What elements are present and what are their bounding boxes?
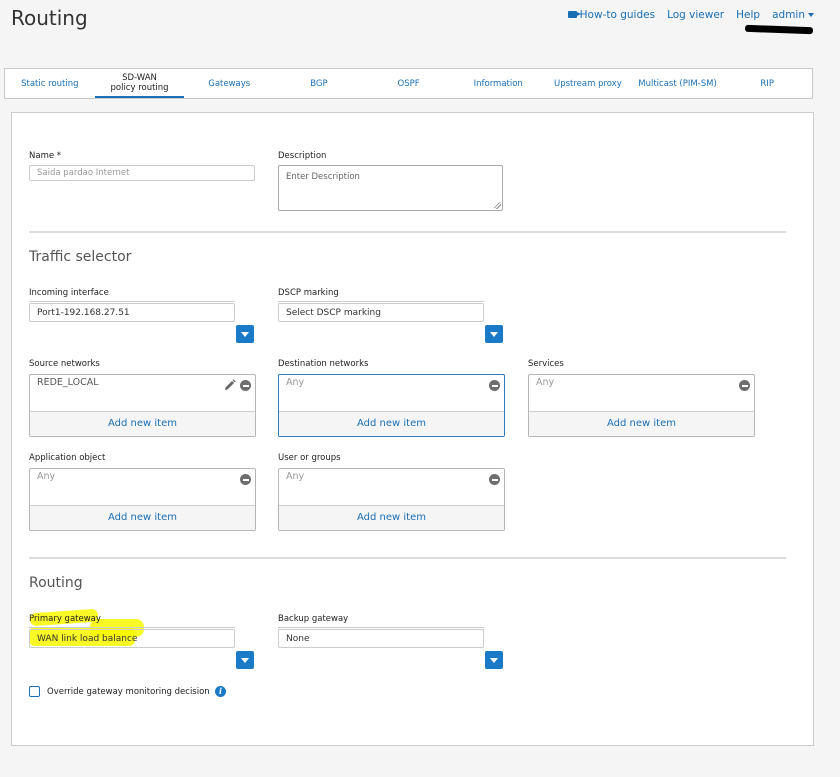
destination-networks-add-button[interactable]: Add new item [279, 411, 504, 436]
description-textarea[interactable]: Enter Description [278, 165, 503, 211]
source-networks-add-button[interactable]: Add new item [30, 411, 255, 436]
chevron-down-icon [808, 13, 814, 17]
source-networks-label: Source networks [29, 359, 100, 369]
dscp-underline [278, 301, 484, 302]
form-panel: Name * Saida pardao Internet Description… [11, 112, 814, 746]
log-viewer-link[interactable]: Log viewer [667, 9, 724, 21]
top-nav: How-to guides Log viewer Help admin [567, 9, 814, 21]
primary-gateway-label: Primary gateway [29, 614, 101, 624]
incoming-interface-underline [29, 301, 235, 302]
tab-ospf[interactable]: OSPF [364, 69, 454, 98]
dscp-dropdown-button[interactable] [485, 325, 503, 343]
dscp-marking-select[interactable]: Select DSCP marking [278, 303, 484, 322]
incoming-interface-select[interactable]: Port1-192.168.27.51 [29, 303, 235, 322]
video-camera-icon [567, 10, 581, 18]
primary-gateway-select[interactable]: WAN link load balance [29, 629, 235, 648]
name-label: Name * [29, 151, 62, 161]
destination-networks-list: Any Add new item [278, 374, 505, 437]
tab-multicast[interactable]: Multicast (PIM-SM) [633, 69, 723, 98]
tab-static-routing[interactable]: Static routing [5, 69, 95, 98]
backup-gateway-select[interactable]: None [278, 629, 484, 648]
primary-gateway-dropdown-button[interactable] [236, 651, 254, 669]
user-or-groups-label: User or groups [278, 453, 341, 463]
services-label: Services [528, 359, 564, 369]
destination-networks-label: Destination networks [278, 359, 369, 369]
user-or-groups-add-button[interactable]: Add new item [279, 505, 504, 530]
remove-icon[interactable] [489, 380, 500, 391]
tab-upstream-proxy[interactable]: Upstream proxy [543, 69, 633, 98]
backup-gateway-label: Backup gateway [278, 614, 349, 624]
how-to-guides-link[interactable]: How-to guides [567, 9, 655, 21]
override-gateway-label: Override gateway monitoring decision [47, 687, 210, 697]
services-list: Any Add new item [528, 374, 755, 437]
source-networks-list: REDE_LOCAL Add new item [29, 374, 256, 437]
list-item[interactable]: Any [37, 471, 55, 482]
admin-menu[interactable]: admin [772, 9, 814, 21]
dscp-marking-label: DSCP marking [278, 288, 339, 298]
tab-bar: Static routing SD-WAN policy routing Gat… [4, 68, 813, 99]
divider [29, 557, 786, 559]
application-object-label: Application object [29, 453, 106, 463]
list-item[interactable]: Any [286, 377, 304, 388]
application-object-list: Any Add new item [29, 468, 256, 531]
page-title: Routing [11, 6, 88, 30]
tab-information[interactable]: Information [453, 69, 543, 98]
tab-sdwan-policy-routing[interactable]: SD-WAN policy routing [94, 69, 185, 98]
list-item[interactable]: REDE_LOCAL [37, 377, 99, 388]
list-item[interactable]: Any [286, 471, 304, 482]
user-or-groups-list: Any Add new item [278, 468, 505, 531]
name-input[interactable]: Saida pardao Internet [29, 165, 255, 181]
description-label: Description [278, 151, 327, 161]
traffic-selector-title: Traffic selector [29, 249, 132, 265]
backup-gateway-underline [278, 627, 484, 628]
incoming-interface-dropdown-button[interactable] [236, 325, 254, 343]
info-icon[interactable]: i [215, 686, 226, 697]
remove-icon[interactable] [739, 380, 750, 391]
incoming-interface-label: Incoming interface [29, 288, 109, 298]
services-add-button[interactable]: Add new item [529, 411, 754, 436]
remove-icon[interactable] [489, 474, 500, 485]
tab-gateways[interactable]: Gateways [184, 69, 274, 98]
routing-section-title: Routing [29, 575, 83, 591]
tab-bgp[interactable]: BGP [274, 69, 364, 98]
pencil-icon[interactable] [224, 379, 236, 391]
backup-gateway-dropdown-button[interactable] [485, 651, 503, 669]
override-gateway-checkbox[interactable] [29, 686, 40, 697]
remove-icon[interactable] [240, 474, 251, 485]
tab-rip[interactable]: RIP [722, 69, 812, 98]
redaction-mark [744, 24, 814, 35]
application-object-add-button[interactable]: Add new item [30, 505, 255, 530]
help-link[interactable]: Help [736, 9, 760, 21]
primary-gateway-underline [29, 627, 235, 628]
divider [29, 231, 786, 233]
remove-icon[interactable] [240, 380, 251, 391]
list-item[interactable]: Any [536, 377, 554, 388]
